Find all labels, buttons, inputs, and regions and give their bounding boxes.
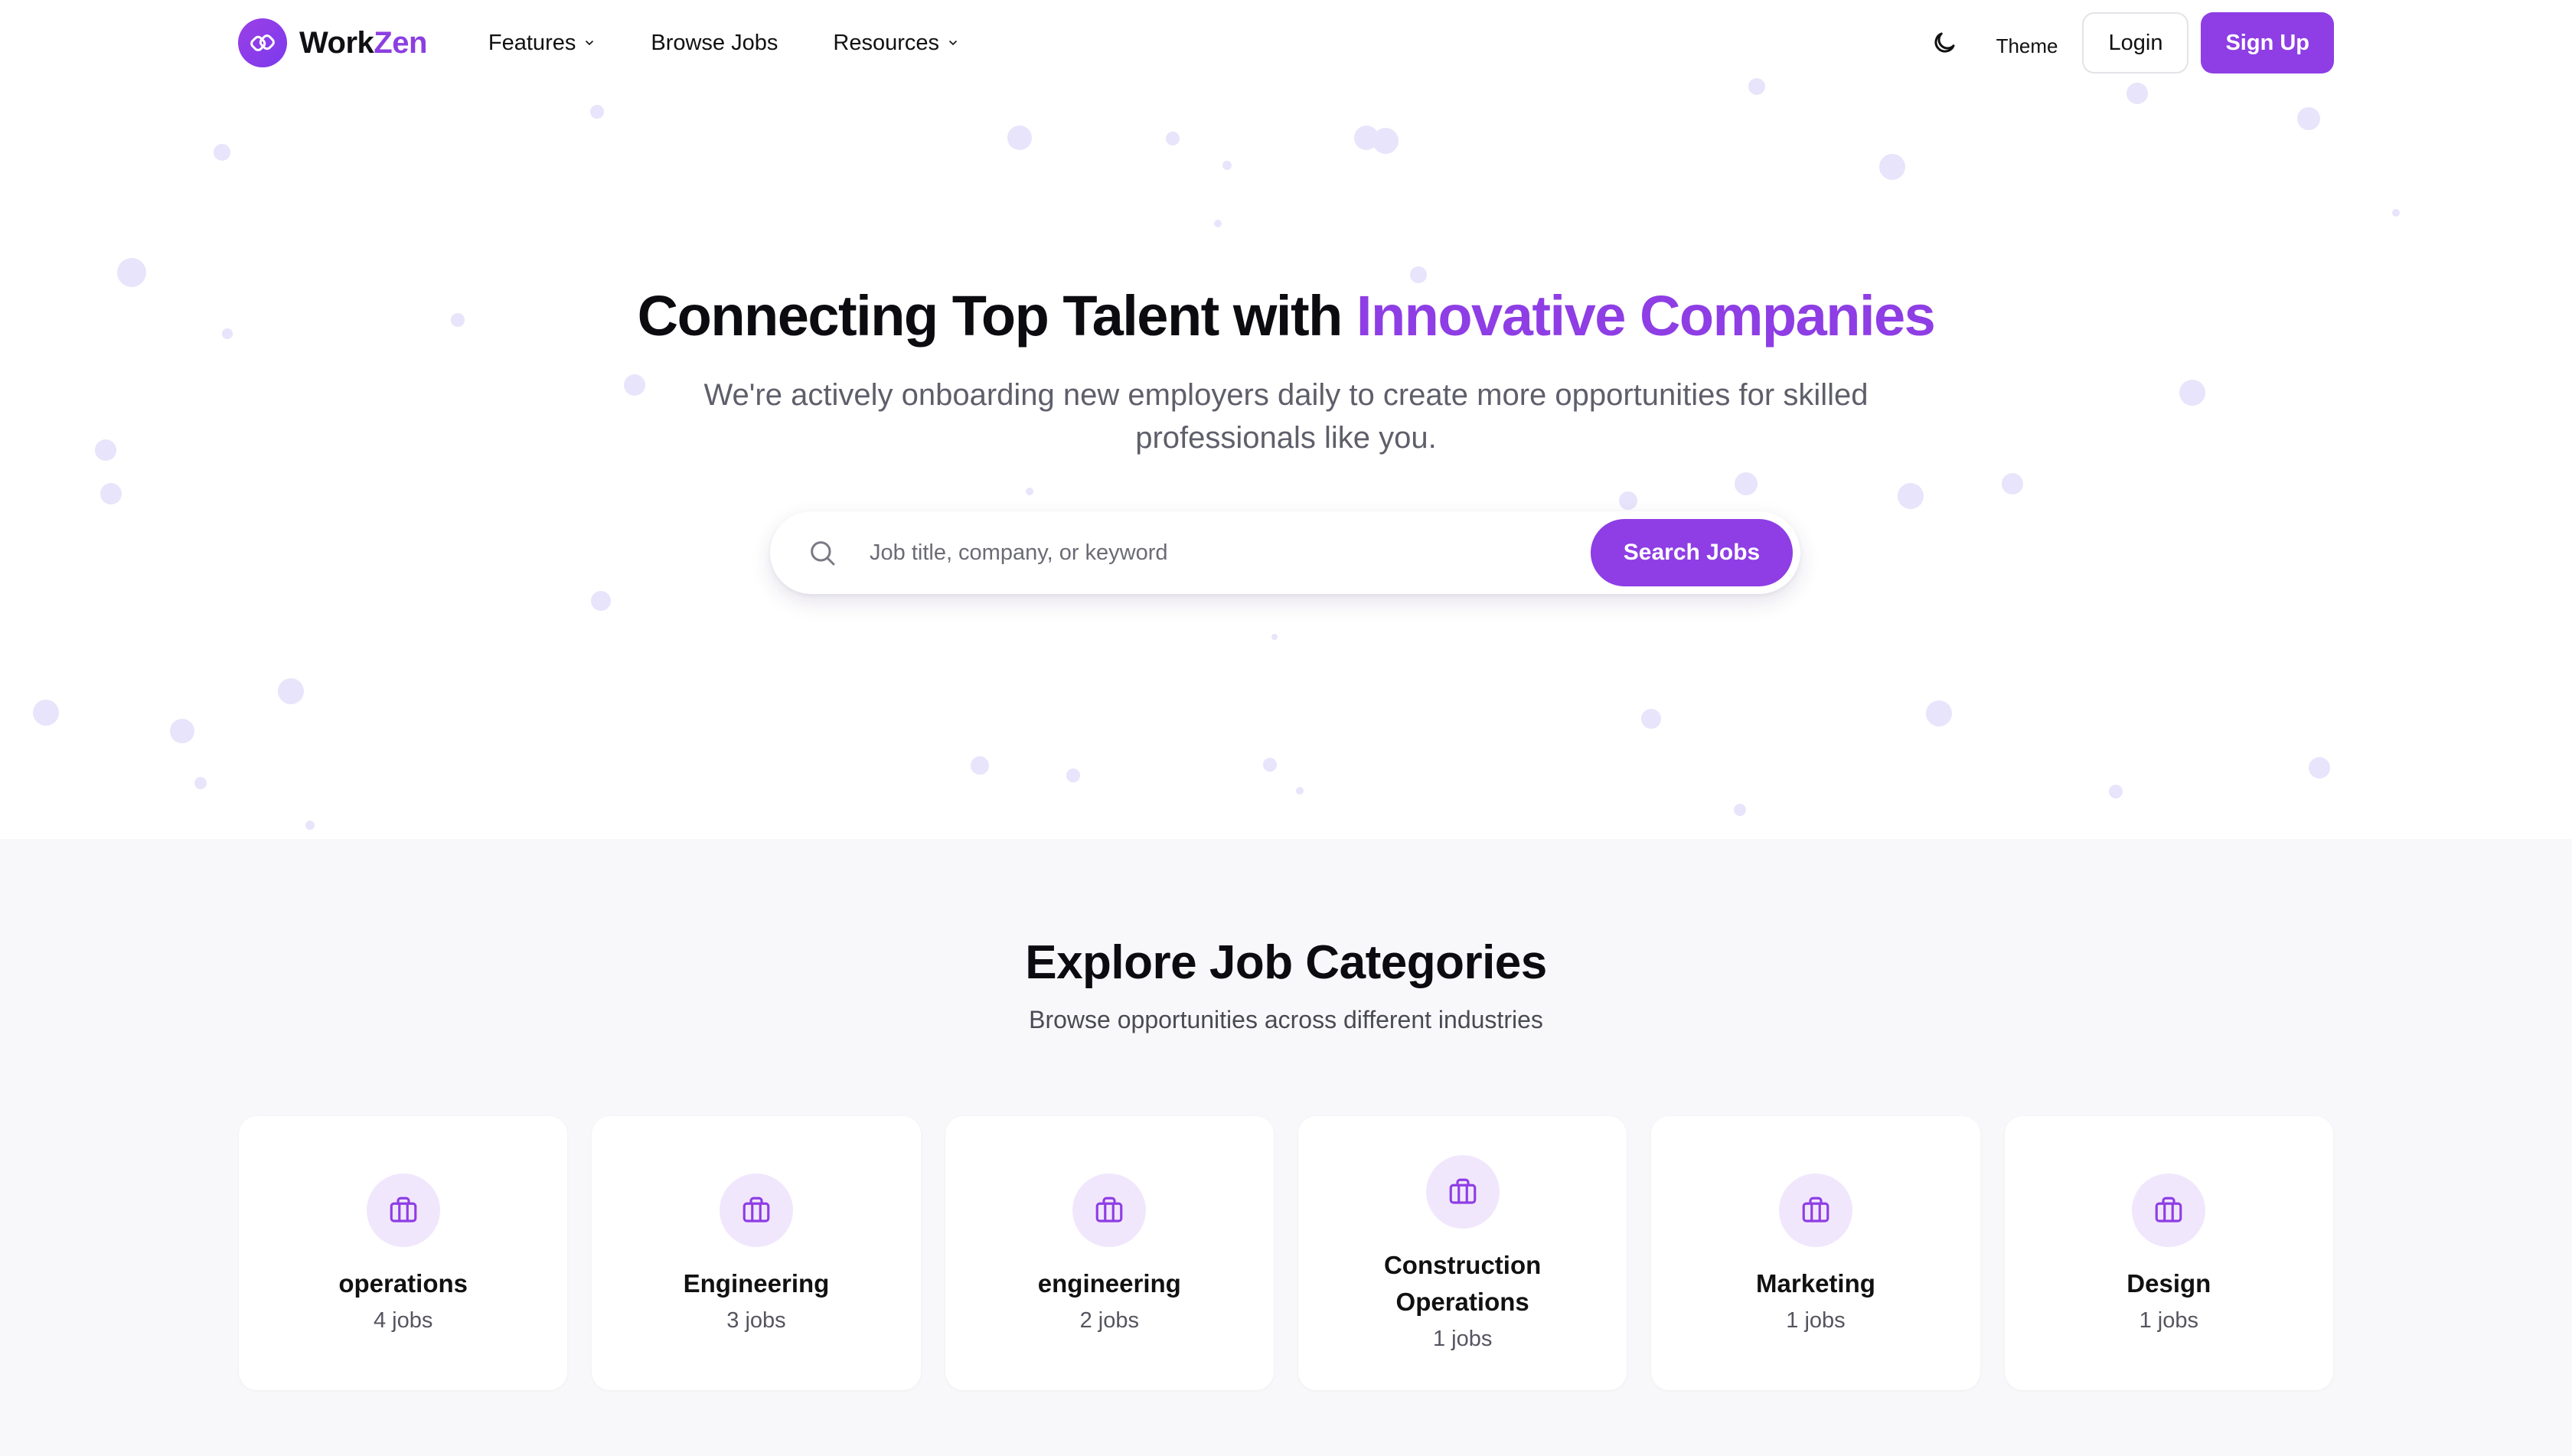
category-card[interactable]: Engineering 3 jobs bbox=[592, 1116, 921, 1390]
search-jobs-button[interactable]: Search Jobs bbox=[1591, 519, 1793, 586]
hero-title-accent: Innovative Companies bbox=[1356, 284, 1936, 348]
category-name: Marketing bbox=[1756, 1268, 1875, 1298]
category-job-count: 1 jobs bbox=[1786, 1307, 1846, 1333]
theme-toggle-label[interactable]: Theme bbox=[1996, 34, 2058, 58]
category-name: operations bbox=[338, 1268, 468, 1298]
search-input[interactable] bbox=[870, 530, 1559, 576]
nav-features[interactable]: Features bbox=[488, 31, 596, 56]
nav-features-label: Features bbox=[488, 30, 576, 55]
nav-resources-label: Resources bbox=[833, 30, 939, 55]
category-name: Design bbox=[2126, 1268, 2211, 1298]
category-job-count: 2 jobs bbox=[1079, 1307, 1140, 1333]
category-name: Construction Operations bbox=[1383, 1250, 1542, 1316]
category-card[interactable]: Marketing 1 jobs bbox=[1651, 1116, 1980, 1390]
category-card[interactable]: operations 4 jobs bbox=[239, 1116, 568, 1390]
briefcase-icon bbox=[2132, 1173, 2206, 1247]
nav-browse-jobs-label: Browse Jobs bbox=[651, 30, 778, 55]
hero-subtitle: We're actively onboarding new employers … bbox=[703, 378, 1869, 455]
briefcase-icon bbox=[1072, 1173, 1147, 1247]
hero-title: Connecting Top Talent with Innovative Co… bbox=[0, 283, 2572, 348]
category-job-count: 1 jobs bbox=[2139, 1307, 2198, 1333]
nav-actions: Theme Login Sign Up bbox=[1931, 12, 2334, 73]
categories-subtitle: Browse opportunities across different in… bbox=[1029, 1006, 1543, 1033]
category-card[interactable]: engineering 2 jobs bbox=[945, 1116, 1274, 1390]
top-navbar: WorkZen Features Browse Jobs Resources T… bbox=[0, 0, 2572, 86]
hero-section: Connecting Top Talent with Innovative Co… bbox=[0, 0, 2572, 839]
job-categories-section: Explore Job Categories Browse opportunit… bbox=[0, 839, 2572, 1456]
category-job-count: 3 jobs bbox=[726, 1307, 786, 1333]
nav-resources[interactable]: Resources bbox=[833, 31, 959, 56]
briefcase-icon bbox=[1778, 1173, 1852, 1247]
brand-logo-link[interactable]: WorkZen bbox=[238, 18, 427, 67]
brand-name-part1: Work bbox=[299, 25, 374, 60]
nav-links: Features Browse Jobs Resources bbox=[488, 31, 959, 56]
category-card[interactable]: Design 1 jobs bbox=[2004, 1116, 2333, 1390]
category-card[interactable]: Construction Operations 1 jobs bbox=[1297, 1116, 1627, 1390]
workzen-logo-icon bbox=[238, 18, 287, 67]
briefcase-icon bbox=[1425, 1154, 1500, 1229]
category-name: engineering bbox=[1037, 1268, 1181, 1298]
briefcase-icon bbox=[719, 1173, 793, 1247]
signup-button[interactable]: Sign Up bbox=[2201, 12, 2334, 73]
nav-browse-jobs[interactable]: Browse Jobs bbox=[651, 31, 778, 56]
categories-title: Explore Job Categories bbox=[1025, 936, 1547, 989]
briefcase-icon bbox=[366, 1173, 440, 1247]
category-name: Engineering bbox=[683, 1268, 830, 1298]
category-job-count: 1 jobs bbox=[1432, 1326, 1493, 1351]
brand-name: WorkZen bbox=[299, 26, 427, 60]
category-cards: operations 4 jobs Engineering 3 jobs eng… bbox=[239, 1116, 2333, 1390]
brand-name-part2: Zen bbox=[374, 25, 427, 60]
search-icon bbox=[811, 541, 835, 566]
hero-title-plain: Connecting Top Talent with bbox=[637, 284, 1356, 348]
chevron-down-icon bbox=[586, 41, 594, 46]
login-button[interactable]: Login bbox=[2082, 12, 2189, 73]
chevron-down-icon bbox=[949, 41, 957, 46]
job-search-bar: Search Jobs bbox=[770, 511, 1800, 594]
category-job-count: 4 jobs bbox=[373, 1307, 433, 1333]
moon-icon[interactable] bbox=[1931, 29, 1958, 57]
